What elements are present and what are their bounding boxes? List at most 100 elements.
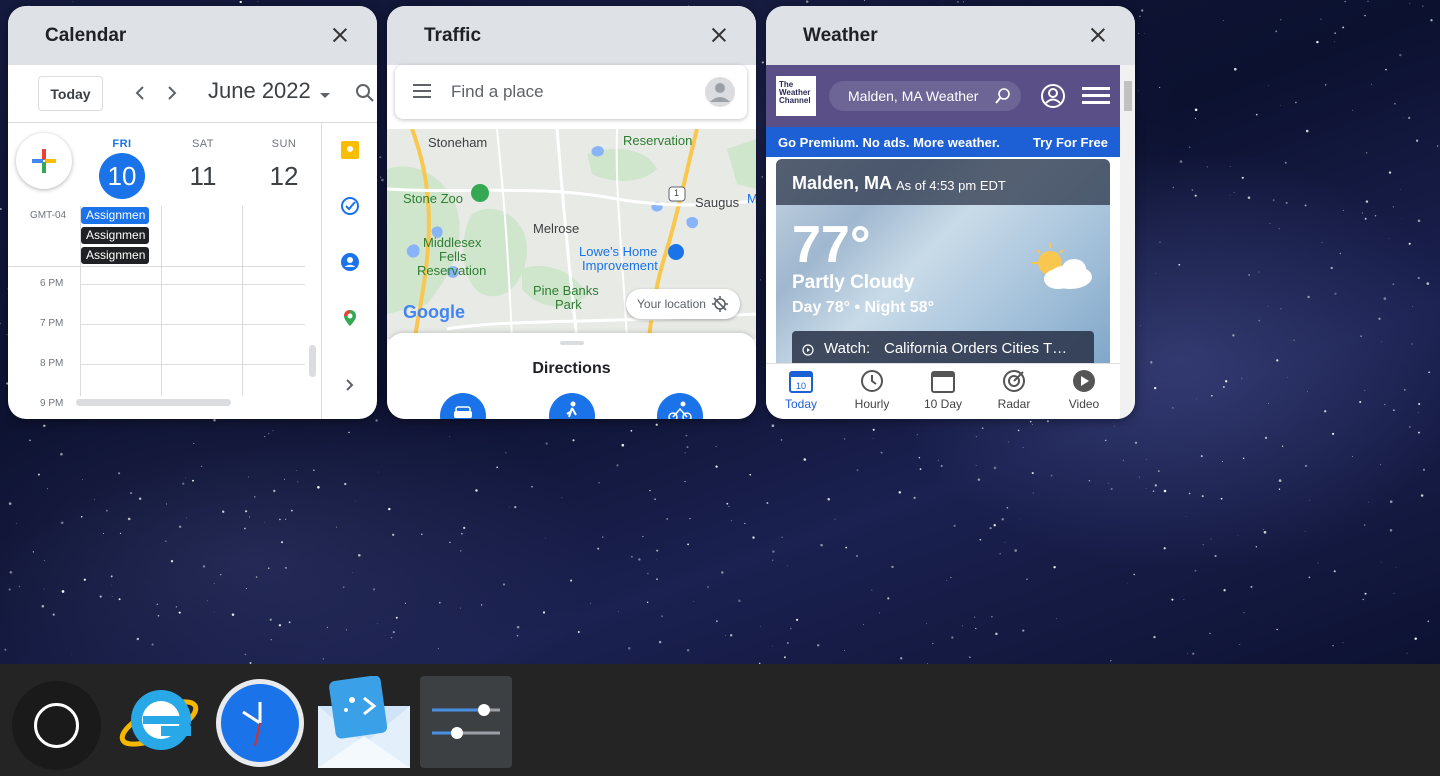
location-search-input[interactable]: Malden, MA Weather [829, 81, 1021, 111]
close-icon[interactable] [1087, 24, 1109, 46]
car-icon [454, 406, 472, 418]
window-title: Weather [803, 25, 878, 46]
walk-button[interactable] [549, 393, 595, 419]
contacts-icon[interactable] [341, 253, 359, 271]
calendar-toolbar: Today June 2022 [8, 65, 377, 123]
weather-header-bar: The Weather Channel Malden, MA Weather [766, 65, 1120, 127]
internet-explorer-icon[interactable] [113, 676, 205, 768]
create-event-button[interactable] [16, 133, 72, 189]
menu-icon[interactable] [1082, 85, 1110, 107]
chevron-down-icon[interactable] [320, 93, 330, 98]
chevron-left-icon[interactable] [134, 81, 146, 107]
day-column-sat[interactable]: SAT 11 [173, 138, 233, 199]
clock-app-icon[interactable] [215, 676, 307, 768]
search-icon [995, 88, 1010, 104]
weather-window-header[interactable]: Weather [766, 6, 1135, 65]
today-button[interactable]: Today [38, 76, 103, 111]
directions-panel[interactable]: Directions [387, 333, 756, 419]
premium-banner[interactable]: Go Premium. No ads. More weather. Try Fo… [766, 127, 1120, 157]
chevron-right-icon[interactable] [341, 376, 359, 394]
your-location-button[interactable]: Your location [626, 289, 740, 319]
weather-channel-logo[interactable]: The Weather Channel [776, 76, 816, 116]
partly-cloudy-icon [1032, 243, 1092, 289]
event-chip[interactable]: Assignmen [81, 227, 149, 244]
walk-icon [566, 401, 577, 418]
nav-video[interactable]: Video [1054, 368, 1114, 411]
play-circle-icon [802, 344, 814, 356]
close-icon[interactable] [708, 24, 730, 46]
weather-window[interactable]: Weather The Weather Channel Malden, MA W… [766, 6, 1135, 419]
google-logo: Google [403, 302, 465, 322]
search-icon[interactable] [355, 83, 375, 108]
shelf [0, 664, 1440, 776]
hour-label: 6 PM [40, 278, 64, 289]
day-night-temps: Day 78° • Night 58° [792, 299, 934, 316]
grid-line [8, 266, 305, 267]
window-title: Calendar [45, 25, 127, 46]
nav-today[interactable]: 10 Today [771, 368, 831, 411]
nav-radar[interactable]: Radar [984, 368, 1044, 411]
keep-icon[interactable] [341, 141, 359, 159]
map-label: Melrose [533, 221, 580, 236]
account-icon[interactable] [1040, 83, 1066, 109]
map-label: Stoneham [428, 135, 488, 150]
drag-handle[interactable] [560, 341, 584, 345]
map-label: Stone Zoo [403, 191, 463, 206]
month-label[interactable]: June 2022 [208, 78, 311, 104]
grid-line [161, 206, 162, 396]
map-label: Park [555, 297, 582, 312]
day-column-fri[interactable]: FRI 10 [92, 138, 152, 199]
search-text: Malden, MA Weather [848, 88, 979, 104]
horizontal-scrollbar[interactable] [76, 399, 231, 406]
map-label: Lowe's Home [579, 244, 658, 259]
grid-line [242, 206, 243, 396]
route-shield: 1 [674, 188, 680, 198]
nav-10-day[interactable]: 10 Day [913, 368, 973, 411]
grid-line [80, 364, 305, 365]
maps-icon[interactable] [341, 309, 359, 327]
event-chip[interactable]: Assignmen [81, 247, 149, 264]
bike-icon [668, 401, 692, 419]
menu-icon[interactable] [413, 83, 433, 99]
location-name: Malden, MA [792, 173, 893, 193]
avatar[interactable] [705, 77, 735, 107]
map-label: Reservation [417, 263, 487, 278]
map-label: M [747, 191, 756, 206]
search-input[interactable]: Find a place [395, 65, 747, 119]
close-icon[interactable] [329, 24, 351, 46]
traffic-window[interactable]: Traffic Stoneham Reservation Stone Zoo 1… [387, 6, 756, 419]
grid-line [80, 324, 305, 325]
settings-sliders-icon[interactable] [420, 676, 512, 768]
scrollbar-thumb[interactable] [1124, 81, 1132, 111]
nav-label: Video [1068, 397, 1100, 411]
current-conditions-card[interactable]: Malden, MA As of 4:53 pm EDT 77° Partly … [776, 159, 1110, 369]
nav-label: Today [784, 397, 818, 411]
nav-label: 10 Day [923, 397, 963, 411]
side-panel-divider [321, 122, 322, 419]
grid-line [80, 284, 305, 285]
hour-label: 9 PM [40, 398, 64, 409]
chevron-right-icon[interactable] [166, 81, 178, 107]
traffic-window-header[interactable]: Traffic [387, 6, 756, 65]
map[interactable]: Stoneham Reservation Stone Zoo 1 Saugus … [387, 129, 756, 339]
grid-line [80, 206, 81, 396]
calendar-window[interactable]: Calendar Today June 2022 FRI 10 SAT 11 S… [8, 6, 377, 419]
weather-bottom-nav: 10 Today Hourly 10 Day Radar Video [766, 363, 1120, 419]
plus-icon [32, 149, 56, 173]
nav-hourly[interactable]: Hourly [842, 368, 902, 411]
calendar-window-header[interactable]: Calendar [8, 6, 377, 65]
calendar-icon: 10 [789, 371, 813, 393]
vertical-scrollbar[interactable] [309, 345, 316, 377]
try-free-link[interactable]: Try For Free [1033, 135, 1108, 150]
drive-button[interactable] [440, 393, 486, 419]
map-label: Pine Banks [533, 283, 599, 298]
hour-label: 7 PM [40, 318, 64, 329]
vertical-scrollbar[interactable] [1120, 65, 1135, 419]
tasks-icon[interactable] [341, 197, 359, 215]
day-column-sun[interactable]: SUN 12 [254, 138, 314, 199]
launcher-button[interactable] [12, 681, 101, 770]
clock-icon [861, 370, 883, 392]
event-chip[interactable]: Assignmen [81, 207, 149, 224]
mail-app-icon[interactable] [318, 676, 410, 768]
bike-button[interactable] [657, 393, 703, 419]
